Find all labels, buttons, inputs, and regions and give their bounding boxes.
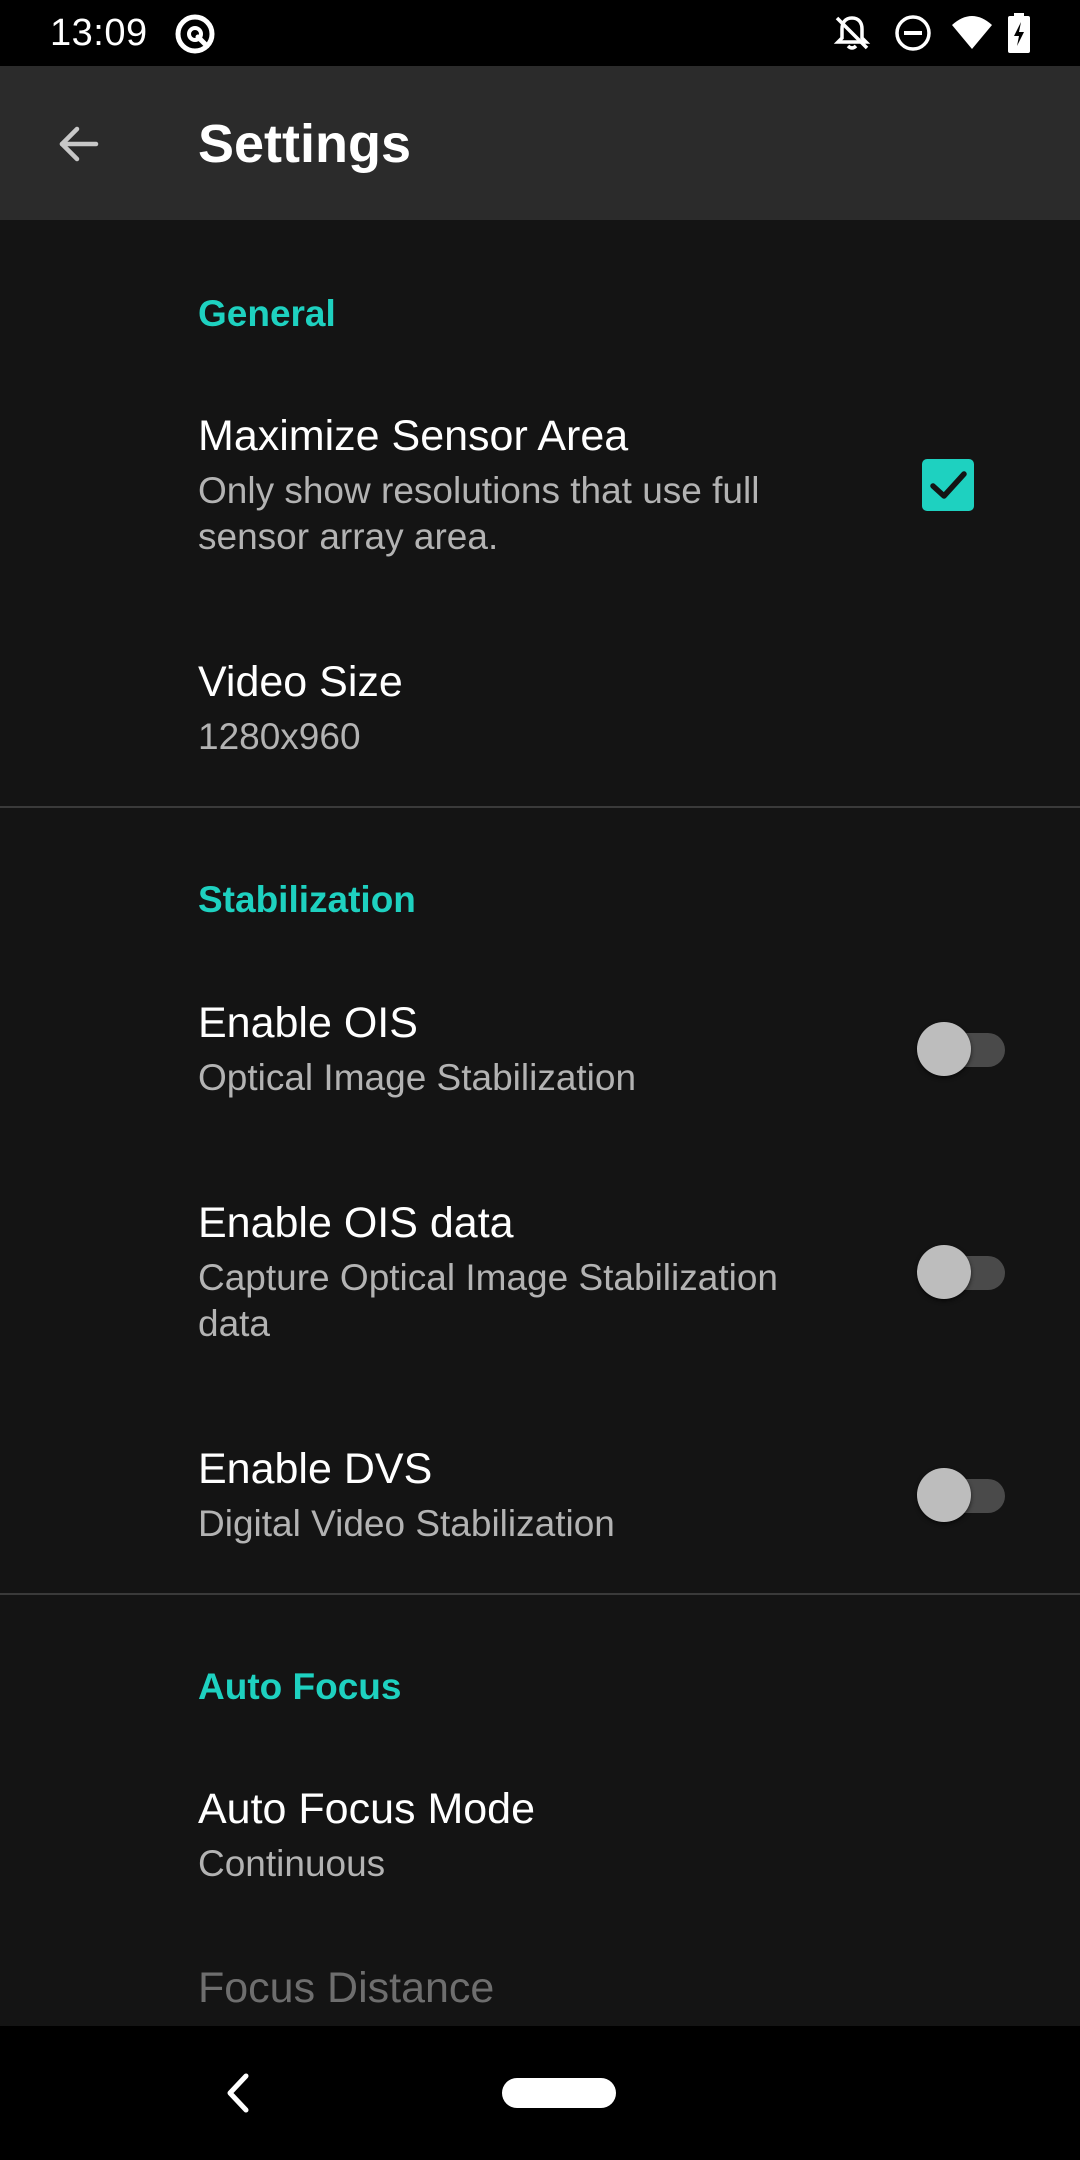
pref-title: Focus Distance [198,1964,495,2012]
battery-charging-icon [1006,13,1032,58]
pref-summary: 1280x960 [198,716,361,757]
pref-title: Maximize Sensor Area [198,412,629,460]
status-time: 13:09 [50,12,148,54]
section-divider [0,806,1080,808]
switch-thumb [917,1245,971,1299]
check-icon [930,471,967,499]
assistant-icon [174,13,216,60]
pref-summary: Continuous [198,1843,386,1884]
pref-summary: Only show resolutions that use full sens… [198,470,760,557]
pref-title: Enable OIS data [198,1199,514,1247]
pref-summary: Optical Image Stabilization [198,1057,637,1098]
do-not-disturb-icon [893,13,933,58]
nav-home-pill[interactable] [502,2078,616,2108]
arrow-back-icon [59,126,99,162]
settings-screen: 13:09 Settings General Maximize Sensor A… [0,0,1080,2160]
pref-title: Video Size [198,658,403,706]
wifi-icon [950,13,994,58]
nav-back-icon [227,2073,249,2113]
enable-ois-switch[interactable] [917,1018,1005,1078]
pref-summary: Digital Video Stabilization [198,1503,615,1544]
enable-ois-data-switch[interactable] [917,1241,1005,1301]
section-header-stabilization: Stabilization [198,879,416,920]
page-title: Settings [198,114,412,174]
pref-summary: Capture Optical Image Stabilization data [198,1257,778,1344]
pref-title: Enable OIS [198,999,418,1047]
enable-dvs-switch[interactable] [917,1464,1005,1524]
switch-thumb [917,1022,971,1076]
maximize-sensor-area-checkbox[interactable] [922,459,974,511]
notifications-off-icon [832,13,872,58]
status-bar: 13:09 [0,0,1080,66]
back-button[interactable] [38,104,118,184]
navigation-bar [0,2026,1080,2160]
section-header-general: General [198,293,336,334]
switch-thumb [917,1468,971,1522]
section-divider [0,1593,1080,1595]
pref-title: Auto Focus Mode [198,1785,536,1833]
settings-list[interactable]: General Maximize Sensor Area Only show r… [0,220,1080,2026]
pref-title: Enable DVS [198,1445,433,1493]
app-bar: Settings [0,66,1080,220]
nav-back-button[interactable] [216,2066,260,2120]
section-header-auto-focus: Auto Focus [198,1666,402,1707]
